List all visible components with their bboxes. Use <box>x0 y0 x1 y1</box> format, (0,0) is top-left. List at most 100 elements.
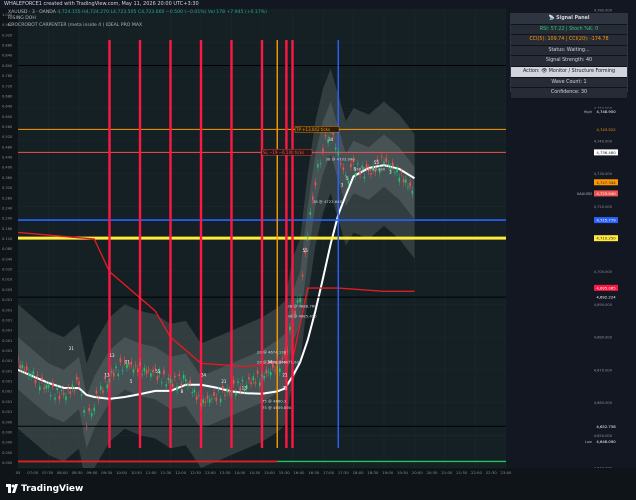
candle-body <box>342 167 345 171</box>
candle-body <box>152 369 154 373</box>
candle-body <box>88 407 90 412</box>
time-axis-tick: 12:30 <box>190 470 202 475</box>
candle-body <box>394 172 396 174</box>
left-axis-tick: 0.520 <box>2 135 13 139</box>
candle-body <box>137 368 139 373</box>
confidence-readout: Confidence: 30 <box>511 88 627 99</box>
wave-count-label: 13 <box>110 353 116 358</box>
left-axis-tick: 0.001 <box>2 298 12 302</box>
strength-readout: Signal Strength: 40 <box>511 56 627 67</box>
candle-body <box>411 190 414 194</box>
wave-count-label: 34 <box>328 137 334 142</box>
time-axis-tick: 22:00 <box>471 470 483 475</box>
legend-indicator-2[interactable]: CROCROBOT CARPENTER (meta inside 4 ) IDE… <box>8 23 267 29</box>
time-axis-tick: 13:00 <box>205 470 217 475</box>
candle-body <box>254 382 257 384</box>
left-axis-tick: 0.880 <box>2 44 13 48</box>
candle-body <box>354 173 357 177</box>
candle-body <box>163 370 165 375</box>
candle-body <box>267 371 270 373</box>
chart-screenshot: WHALEFORCE1 created with TradingView.com… <box>0 0 636 500</box>
left-axis-tick: 0.720 <box>2 84 13 88</box>
candle-body <box>21 364 24 369</box>
candle-body <box>80 394 83 396</box>
left-axis-tick: 0.600 <box>2 115 13 119</box>
wave-count-label: 3 <box>341 183 344 188</box>
time-axis-tick: 13:30 <box>220 470 232 475</box>
candle-body <box>126 364 128 369</box>
left-axis-tick: 0.120 <box>2 237 13 241</box>
candle-body <box>85 426 88 428</box>
legend-symbol[interactable]: XAUUSD · 3 · OANDA <box>8 10 56 15</box>
price-tag-prefix: Low <box>585 440 592 444</box>
candle-body <box>259 382 261 386</box>
candle-body <box>272 364 274 368</box>
left-axis-tick: 0.320 <box>2 186 13 190</box>
candle-body <box>387 163 390 166</box>
left-axis: 1.0000.9600.9200.8800.8400.8000.7600.720… <box>0 8 18 468</box>
candle-body <box>58 395 61 400</box>
candle-body <box>319 163 322 165</box>
wave-count-label: 75 <box>282 385 288 390</box>
candle-body <box>178 374 181 376</box>
candle-body <box>204 401 207 403</box>
time-axis-tick: 17:00 <box>323 470 335 475</box>
candle-body <box>113 372 115 377</box>
candle-body <box>404 179 407 183</box>
wave-count-label: 21 <box>125 359 131 364</box>
price-tag-label: 4,723.940 <box>596 191 616 196</box>
candle-body <box>235 392 237 396</box>
candle-body <box>198 395 200 396</box>
candle-body <box>182 374 185 379</box>
left-axis-tick: 0.760 <box>2 74 13 78</box>
candle-body <box>269 371 272 376</box>
candle-body <box>52 382 54 387</box>
price-tag-label: 4,710.250 <box>596 236 616 241</box>
candle-body <box>317 164 319 168</box>
time-axis-tick: 07:00 <box>27 470 39 475</box>
left-axis-tick: 0.560 <box>2 125 13 129</box>
candle-body <box>215 397 218 402</box>
candle-body <box>189 380 191 385</box>
candle-body <box>121 370 124 372</box>
candle-body <box>90 413 93 417</box>
fib-label-75: 75 @ 4660.3 <box>262 399 287 404</box>
right-axis-tick: 4,660.000 <box>594 401 613 405</box>
candle-body <box>241 379 244 382</box>
candle-body <box>370 173 372 175</box>
price-tag-label: 4,652.758 <box>596 424 616 429</box>
right-axis-tick: 4,720.000 <box>594 205 613 209</box>
wave-count-label: 8 <box>181 389 184 394</box>
candle-body <box>228 390 231 393</box>
left-axis-tick: 0.001 <box>2 329 12 333</box>
wave-count-label: 13 <box>104 372 110 377</box>
candle-body <box>400 171 403 173</box>
candle-body <box>56 387 59 391</box>
time-axis-tick: 19:00 <box>382 470 394 475</box>
candle-body <box>409 182 411 187</box>
candle-body <box>78 381 80 386</box>
tradingview-logo[interactable]: TradingView <box>6 484 83 494</box>
left-axis-tick: 0.040 <box>2 257 13 261</box>
fib-label-38: 38 @ 4685.490 <box>287 314 317 319</box>
candle-body <box>296 300 299 303</box>
candle-body <box>334 147 337 150</box>
sl-label: SL −19 −6.540 ticks <box>263 150 304 155</box>
fib-label-75: 75 @ 4659.890 <box>262 405 292 410</box>
wave-count-label: 5 <box>130 379 133 384</box>
candle-body <box>169 379 172 383</box>
time-axis-tick: 20:30 <box>427 470 439 475</box>
tp-label: TP +13.042 ticks <box>295 127 330 132</box>
candle-body <box>69 391 72 394</box>
left-axis-tick: 0.001 <box>2 359 12 363</box>
time-axis-tick: 07:30 <box>42 470 54 475</box>
candle-body <box>156 376 159 380</box>
time-axis-tick: 15:30 <box>279 470 291 475</box>
cci-readout: CCI(5): 109.74 | CCI(20): -174.78 <box>511 35 627 46</box>
time-axis-tick: 21:30 <box>456 470 468 475</box>
candle-body <box>54 397 56 400</box>
candle-body <box>396 168 398 173</box>
candle-body <box>97 399 100 401</box>
left-axis-tick: 0.000 <box>2 451 13 455</box>
wave-count-label: 55 <box>374 160 380 165</box>
